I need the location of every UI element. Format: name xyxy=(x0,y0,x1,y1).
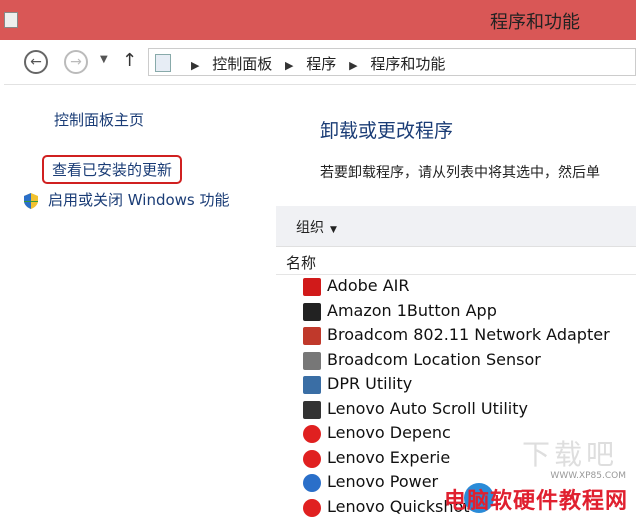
breadcrumb-item-programs-features[interactable]: 程序和功能 xyxy=(370,55,445,73)
up-arrow-icon[interactable]: ↑ xyxy=(122,50,137,71)
breadcrumb-separator-icon[interactable]: ▶ xyxy=(191,59,199,72)
network-adapter-icon xyxy=(303,327,321,345)
program-row[interactable]: Broadcom Location Sensor xyxy=(300,348,636,373)
watermark-large-logo: 下载吧 xyxy=(522,433,618,473)
amazon-icon xyxy=(303,303,321,321)
program-name: Broadcom Location Sensor xyxy=(327,350,541,369)
lenovo-red-icon xyxy=(303,450,321,468)
breadcrumb-separator-icon[interactable]: ▶ xyxy=(285,59,293,72)
program-row[interactable]: Adobe AIR xyxy=(300,274,636,299)
windows-features-label: 启用或关闭 Windows 功能 xyxy=(48,191,230,209)
organize-button[interactable]: 组织 ▼ xyxy=(296,217,337,237)
program-name: Adobe AIR xyxy=(327,276,409,295)
navigation-bar: ← → ▼ ↑ ▶ 控制面板 ▶ 程序 ▶ 程序和功能 xyxy=(4,40,636,85)
program-name: Broadcom 802.11 Network Adapter xyxy=(327,325,610,344)
breadcrumb-item-control-panel[interactable]: 控制面板 xyxy=(212,55,272,73)
program-name: Lenovo Experie xyxy=(327,448,450,467)
title-bar: 程序和功能 xyxy=(0,0,636,40)
recent-locations-chevron-icon[interactable]: ▼ xyxy=(100,54,108,65)
forward-arrow-icon[interactable]: → xyxy=(64,50,88,74)
adobe-air-icon xyxy=(303,278,321,296)
window-icon xyxy=(4,12,18,28)
back-arrow-icon[interactable]: ← xyxy=(24,50,48,74)
control-panel-icon xyxy=(155,54,171,72)
uac-shield-icon xyxy=(24,193,38,209)
program-name: Amazon 1Button App xyxy=(327,301,497,320)
window-title: 程序和功能 xyxy=(490,8,580,34)
organize-label: 组织 xyxy=(296,220,324,236)
program-name: Lenovo Depenc xyxy=(327,423,451,442)
page-title: 卸载或更改程序 xyxy=(320,116,453,143)
program-row[interactable]: DPR Utility xyxy=(300,372,636,397)
column-header: 名称 xyxy=(276,248,636,275)
watermark: 下载吧 WWW.XP85.COM 电脑软硬件教程网 xyxy=(396,479,632,517)
lenovo-red-icon xyxy=(303,425,321,443)
view-installed-updates-link[interactable]: 查看已安装的更新 xyxy=(42,155,182,184)
breadcrumb-item-programs[interactable]: 程序 xyxy=(306,55,336,73)
toolbar: 组织 ▼ xyxy=(276,206,636,247)
program-row[interactable]: Amazon 1Button App xyxy=(300,299,636,324)
address-bar[interactable]: ▶ 控制面板 ▶ 程序 ▶ 程序和功能 xyxy=(148,48,636,76)
column-header-name[interactable]: 名称 xyxy=(286,252,316,273)
program-row[interactable]: Lenovo Auto Scroll Utility xyxy=(300,397,636,422)
control-panel-home-link[interactable]: 控制面板主页 xyxy=(54,109,144,130)
program-name: DPR Utility xyxy=(327,374,412,393)
breadcrumb: ▶ 控制面板 ▶ 程序 ▶ 程序和功能 xyxy=(183,53,445,74)
lenovo-power-icon xyxy=(303,474,321,492)
program-row[interactable]: Broadcom 802.11 Network Adapter xyxy=(300,323,636,348)
page-description: 若要卸载程序，请从列表中将其选中，然后单 xyxy=(320,162,636,182)
program-name: Lenovo Auto Scroll Utility xyxy=(327,399,528,418)
breadcrumb-separator-icon[interactable]: ▶ xyxy=(349,59,357,72)
left-pane: 控制面板主页 查看已安装的更新 启用或关闭 Windows 功能 xyxy=(4,85,274,517)
watermark-url: WWW.XP85.COM xyxy=(550,471,626,481)
windows-features-link[interactable]: 启用或关闭 Windows 功能 xyxy=(24,189,230,210)
dpr-utility-icon xyxy=(303,376,321,394)
lenovo-red-icon xyxy=(303,499,321,517)
watermark-text: 电脑软硬件教程网 xyxy=(444,483,628,515)
chevron-down-icon: ▼ xyxy=(330,225,337,235)
auto-scroll-icon xyxy=(303,401,321,419)
location-sensor-icon xyxy=(303,352,321,370)
